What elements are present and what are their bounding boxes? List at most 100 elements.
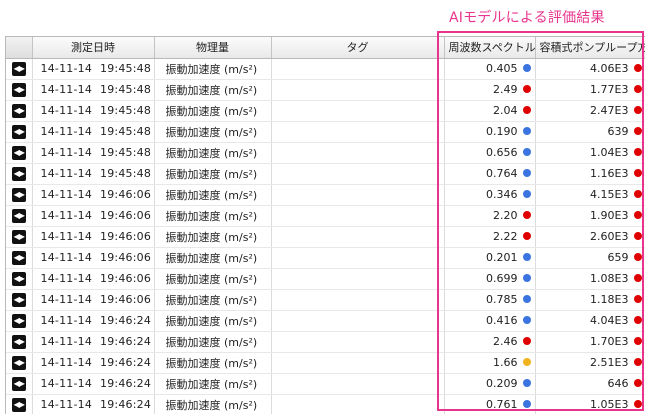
quantity-text: 振動加速度 (m/s²) bbox=[165, 293, 258, 307]
pump-direction-cell: 1.90E3 bbox=[535, 205, 645, 227]
tag-cell bbox=[271, 394, 445, 414]
datetime-cell: 14-11-14 19:45:48 bbox=[32, 142, 155, 164]
row-expand-cell[interactable]: ◀▶ bbox=[6, 205, 33, 227]
table-row[interactable]: ◀▶ 14-11-14 19:45:48 振動加速度 (m/s²) 2.04 2.47E3 bbox=[6, 100, 645, 122]
table-row[interactable]: ◀▶ 14-11-14 19:45:48 振動加速度 (m/s²) 0.764 1.16E… bbox=[6, 163, 645, 185]
status-dot-icon bbox=[633, 190, 642, 198]
quantity-text: 振動加速度 (m/s²) bbox=[165, 377, 258, 391]
table-row[interactable]: ◀▶ 14-11-14 19:46:24 振動加速度 (m/s²) 0.209 646 bbox=[6, 373, 645, 395]
pump-value: 646 bbox=[607, 377, 629, 390]
date-text: 14-11-14 bbox=[40, 104, 93, 117]
quantity-cell: 振動加速度 (m/s²) bbox=[154, 205, 272, 227]
row-expand-cell[interactable]: ◀▶ bbox=[6, 247, 33, 269]
datetime-cell: 14-11-14 19:46:06 bbox=[32, 184, 155, 206]
row-expand-cell[interactable]: ◀▶ bbox=[6, 163, 33, 185]
column-header-spectrum[interactable]: 周波数スペクトル bbox=[444, 37, 536, 59]
table-row[interactable]: ◀▶ 14-11-14 19:46:24 振動加速度 (m/s²) 1.66 2.51E3 bbox=[6, 352, 645, 374]
table-row[interactable]: ◀▶ 14-11-14 19:46:06 振動加速度 (m/s²) 0.699 1.08E… bbox=[6, 268, 645, 290]
column-header-tag[interactable]: タグ bbox=[271, 37, 445, 59]
spectrum-value: 0.405 bbox=[486, 62, 518, 75]
column-header-quantity[interactable]: 物理量 bbox=[154, 37, 272, 59]
expand-arrows-icon: ◀▶ bbox=[11, 229, 26, 244]
datetime-cell: 14-11-14 19:46:06 bbox=[32, 247, 155, 269]
pump-direction-cell: 4.04E3 bbox=[535, 310, 645, 332]
row-expand-cell[interactable]: ◀▶ bbox=[6, 121, 33, 143]
spectrum-value: 0.699 bbox=[486, 272, 518, 285]
row-expand-cell[interactable]: ◀▶ bbox=[6, 58, 33, 80]
pump-direction-cell: 1.70E3 bbox=[535, 331, 645, 353]
row-expand-cell[interactable]: ◀▶ bbox=[6, 184, 33, 206]
table-row[interactable]: ◀▶ 14-11-14 19:46:24 振動加速度 (m/s²) 2.46 1.70E3 bbox=[6, 331, 645, 353]
status-dot-icon bbox=[633, 232, 642, 240]
row-expand-cell[interactable]: ◀▶ bbox=[6, 100, 33, 122]
spectrum-value: 0.764 bbox=[486, 167, 518, 180]
expand-arrows-icon: ◀▶ bbox=[11, 250, 26, 265]
table-row[interactable]: ◀▶ 14-11-14 19:46:24 振動加速度 (m/s²) 0.761 1.05E… bbox=[6, 394, 645, 414]
table-row[interactable]: ◀▶ 14-11-14 19:46:06 振動加速度 (m/s²) 0.346 4.15E… bbox=[6, 184, 645, 206]
row-expand-cell[interactable]: ◀▶ bbox=[6, 331, 33, 353]
table-row[interactable]: ◀▶ 14-11-14 19:46:06 振動加速度 (m/s²) 0.201 659 bbox=[6, 247, 645, 269]
quantity-text: 振動加速度 (m/s²) bbox=[165, 314, 258, 328]
spectrum-cell: 0.699 bbox=[444, 268, 536, 290]
header-row: 測定日時 物理量 タグ 周波数スペクトル 容積式ポンプループ方向 bbox=[6, 37, 645, 59]
expand-arrows-icon: ◀▶ bbox=[11, 208, 26, 223]
column-header-pump-direction[interactable]: 容積式ポンプループ方向 bbox=[535, 37, 645, 59]
date-text: 14-11-14 bbox=[40, 188, 93, 201]
quantity-text: 振動加速度 (m/s²) bbox=[165, 272, 258, 286]
time-text: 19:45:48 bbox=[100, 83, 152, 96]
column-header-datetime[interactable]: 測定日時 bbox=[32, 37, 155, 59]
tag-cell bbox=[271, 184, 445, 206]
table-row[interactable]: ◀▶ 14-11-14 19:45:48 振動加速度 (m/s²) 0.405 4.06E… bbox=[6, 58, 645, 80]
row-expand-cell[interactable]: ◀▶ bbox=[6, 79, 33, 101]
quantity-cell: 振動加速度 (m/s²) bbox=[154, 268, 272, 290]
pump-value: 1.77E3 bbox=[590, 83, 629, 96]
table-row[interactable]: ◀▶ 14-11-14 19:46:06 振動加速度 (m/s²) 2.22 2.60E3 bbox=[6, 226, 645, 248]
status-dot-icon bbox=[522, 274, 531, 282]
date-text: 14-11-14 bbox=[40, 377, 93, 390]
pump-value: 2.60E3 bbox=[590, 230, 629, 243]
datetime-cell: 14-11-14 19:46:06 bbox=[32, 226, 155, 248]
row-expand-cell[interactable]: ◀▶ bbox=[6, 226, 33, 248]
expand-arrows-icon: ◀▶ bbox=[11, 124, 26, 139]
quantity-text: 振動加速度 (m/s²) bbox=[165, 251, 258, 265]
row-expand-cell[interactable]: ◀▶ bbox=[6, 373, 33, 395]
quantity-cell: 振動加速度 (m/s²) bbox=[154, 58, 272, 80]
spectrum-value: 0.656 bbox=[486, 146, 518, 159]
status-dot-icon bbox=[633, 316, 642, 324]
status-dot-icon bbox=[633, 106, 642, 114]
time-text: 19:46:24 bbox=[100, 377, 152, 390]
spectrum-cell: 0.761 bbox=[444, 394, 536, 414]
spectrum-cell: 0.201 bbox=[444, 247, 536, 269]
tag-cell bbox=[271, 79, 445, 101]
table-row[interactable]: ◀▶ 14-11-14 19:45:48 振動加速度 (m/s²) 2.49 1.77E3 bbox=[6, 79, 645, 101]
quantity-text: 振動加速度 (m/s²) bbox=[165, 188, 258, 202]
status-dot-icon bbox=[522, 148, 531, 156]
expand-arrows-icon: ◀▶ bbox=[11, 166, 26, 181]
row-expand-cell[interactable]: ◀▶ bbox=[6, 268, 33, 290]
date-text: 14-11-14 bbox=[40, 62, 93, 75]
row-expand-cell[interactable]: ◀▶ bbox=[6, 394, 33, 414]
row-expand-cell[interactable]: ◀▶ bbox=[6, 352, 33, 374]
table-row[interactable]: ◀▶ 14-11-14 19:46:06 振動加速度 (m/s²) 2.20 1.90E3 bbox=[6, 205, 645, 227]
row-expand-cell[interactable]: ◀▶ bbox=[6, 142, 33, 164]
tag-cell bbox=[271, 352, 445, 374]
status-dot-icon bbox=[522, 337, 531, 345]
expand-arrows-icon: ◀▶ bbox=[11, 376, 26, 391]
quantity-text: 振動加速度 (m/s²) bbox=[165, 398, 258, 412]
table-row[interactable]: ◀▶ 14-11-14 19:45:48 振動加速度 (m/s²) 0.190 639 bbox=[6, 121, 645, 143]
spectrum-cell: 2.04 bbox=[444, 100, 536, 122]
date-text: 14-11-14 bbox=[40, 314, 93, 327]
date-text: 14-11-14 bbox=[40, 356, 93, 369]
time-text: 19:45:48 bbox=[100, 125, 152, 138]
pump-direction-cell: 4.06E3 bbox=[535, 58, 645, 80]
table-row[interactable]: ◀▶ 14-11-14 19:46:24 振動加速度 (m/s²) 0.416 4.04E… bbox=[6, 310, 645, 332]
time-text: 19:46:24 bbox=[100, 335, 152, 348]
table-row[interactable]: ◀▶ 14-11-14 19:46:06 振動加速度 (m/s²) 0.785 1.18E… bbox=[6, 289, 645, 311]
row-expand-cell[interactable]: ◀▶ bbox=[6, 289, 33, 311]
row-expand-cell[interactable]: ◀▶ bbox=[6, 310, 33, 332]
date-text: 14-11-14 bbox=[40, 251, 93, 264]
datetime-cell: 14-11-14 19:46:24 bbox=[32, 310, 155, 332]
table-row[interactable]: ◀▶ 14-11-14 19:45:48 振動加速度 (m/s²) 0.656 1.04E… bbox=[6, 142, 645, 164]
quantity-cell: 振動加速度 (m/s²) bbox=[154, 121, 272, 143]
status-dot-icon bbox=[633, 274, 642, 282]
